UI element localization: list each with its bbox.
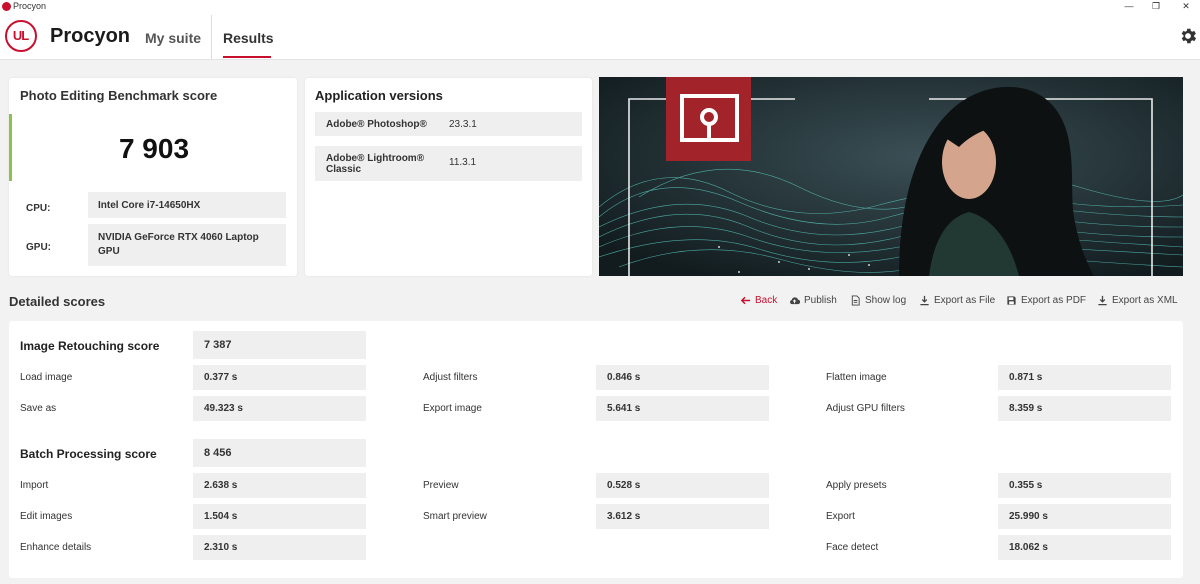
cloud-upload-icon: [790, 297, 800, 305]
metric-value: 25.990 s: [998, 504, 1171, 529]
gpu-value: NVIDIA GeForce RTX 4060 Laptop GPU: [88, 224, 286, 266]
metric-label: Face detect: [826, 542, 879, 553]
publish-button[interactable]: Publish: [789, 295, 837, 306]
hero-illustration: [599, 77, 1183, 276]
metric-value: 0.528 s: [596, 473, 769, 498]
app-name: Adobe® Lightroom® Classic: [326, 153, 425, 175]
gear-icon[interactable]: [1178, 26, 1198, 46]
metric-value: 2.310 s: [193, 535, 366, 560]
metric-value: 1.504 s: [193, 504, 366, 529]
metric-value: 0.846 s: [596, 365, 769, 390]
show-log-label: Show log: [865, 295, 907, 306]
export-file-label: Export as File: [934, 295, 996, 306]
overall-score: 7 903: [118, 133, 190, 164]
app-name: Adobe® Photoshop®: [326, 119, 427, 130]
back-label: Back: [755, 295, 778, 306]
metric-label: Adjust GPU filters: [826, 403, 905, 414]
top-navigation: UL Procyon My suite Results: [0, 13, 1200, 60]
publish-label: Publish: [804, 295, 837, 306]
maximize-button[interactable]: ❐: [1146, 0, 1166, 13]
export-xml-button[interactable]: Export as XML: [1097, 295, 1178, 306]
arrow-left-icon: [740, 296, 751, 305]
group-label: Image Retouching score: [20, 339, 160, 353]
metric-value: 2.638 s: [193, 473, 366, 498]
metric-label: Apply presets: [826, 480, 887, 491]
window-title: Procyon: [13, 1, 47, 11]
metric-label: Smart preview: [423, 511, 487, 522]
app-icon: [2, 2, 11, 11]
save-icon: [1007, 296, 1016, 305]
benchmark-score-card: Photo Editing Benchmark score 7 903 CPU:…: [9, 78, 297, 276]
metric-value: 8.359 s: [998, 396, 1171, 421]
score-card-title: Photo Editing Benchmark score: [20, 88, 218, 103]
minimize-button[interactable]: —: [1119, 0, 1139, 13]
group-label: Batch Processing score: [20, 447, 157, 461]
active-tab-indicator: [223, 56, 271, 58]
metric-label: Import: [20, 480, 49, 491]
gpu-label: GPU:: [26, 242, 51, 253]
metric-label: Flatten image: [826, 372, 887, 383]
metric-label: Load image: [20, 372, 73, 383]
detailed-scores-title: Detailed scores: [9, 294, 106, 309]
metric-value: 49.323 s: [193, 396, 366, 421]
app-version: 23.3.1: [449, 119, 477, 130]
group-score: 8 456: [193, 439, 366, 467]
nav-divider: [211, 15, 212, 59]
app-version: 11.3.1: [449, 157, 477, 168]
export-xml-label: Export as XML: [1112, 295, 1178, 306]
logo-text: UL: [12, 28, 29, 43]
cpu-label: CPU:: [26, 203, 51, 214]
export-pdf-button[interactable]: Export as PDF: [1006, 295, 1086, 306]
version-row: Adobe® Photoshop® 23.3.1: [315, 112, 582, 136]
metric-value: 5.641 s: [596, 396, 769, 421]
versions-title: Application versions: [315, 88, 443, 103]
group-score: 7 387: [193, 331, 366, 359]
metric-value: 18.062 s: [998, 535, 1171, 560]
document-icon: [851, 295, 860, 306]
back-button[interactable]: Back: [740, 295, 777, 306]
metric-value: 0.355 s: [998, 473, 1171, 498]
metric-label: Adjust filters: [423, 372, 478, 383]
download-icon: [920, 295, 929, 306]
metric-label: Enhance details: [20, 542, 92, 553]
ul-logo: UL: [5, 20, 37, 52]
tab-my-suite[interactable]: My suite: [145, 30, 201, 46]
export-pdf-label: Export as PDF: [1021, 295, 1087, 306]
metric-label: Export image: [423, 403, 482, 414]
export-file-button[interactable]: Export as File: [919, 295, 995, 306]
hero-banner-image: [599, 77, 1183, 276]
detailed-scores-panel: Image Retouching score 7 387 Load image …: [9, 321, 1183, 578]
close-button[interactable]: ✕: [1176, 0, 1196, 13]
brand-name: Procyon: [50, 25, 131, 47]
tab-results[interactable]: Results: [223, 30, 274, 46]
download-icon: [1098, 295, 1107, 306]
cpu-value: Intel Core i7-14650HX: [88, 192, 286, 218]
metric-value: 0.871 s: [998, 365, 1171, 390]
version-row: Adobe® Lightroom® Classic 11.3.1: [315, 146, 582, 181]
metric-value: 3.612 s: [596, 504, 769, 529]
metric-label: Export: [826, 511, 855, 522]
show-log-button[interactable]: Show log: [850, 295, 906, 306]
metric-label: Preview: [423, 480, 459, 491]
metric-value: 0.377 s: [193, 365, 366, 390]
metric-label: Save as: [20, 403, 57, 414]
window-titlebar: Procyon — ❐ ✕: [0, 0, 1200, 13]
application-versions-card: Application versions Adobe® Photoshop® 2…: [305, 78, 592, 276]
metric-label: Edit images: [20, 511, 73, 522]
